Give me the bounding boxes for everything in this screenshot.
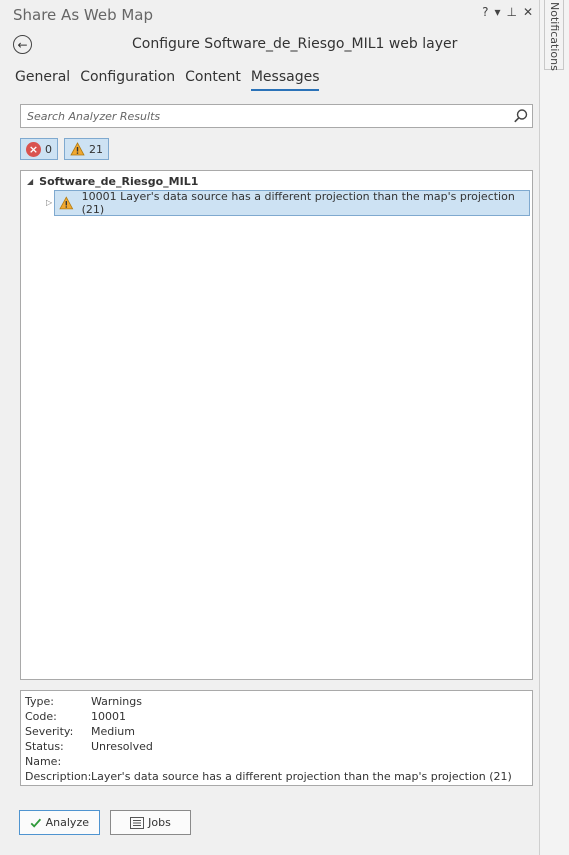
search-box — [20, 104, 533, 128]
tree-root-label: Software_de_Riesgo_MIL1 — [39, 175, 199, 188]
warnings-count: 21 — [89, 142, 103, 156]
detail-label: Description: — [25, 770, 92, 783]
detail-label: Severity: — [25, 725, 74, 738]
analyze-button[interactable]: Analyze — [19, 810, 100, 835]
detail-label: Code: — [25, 710, 57, 723]
detail-row-code: Code: 10001 — [25, 709, 528, 724]
expand-triangle-icon[interactable]: ▷ — [46, 198, 52, 207]
tab-bar: General Configuration Content Messages — [15, 69, 320, 91]
list-item[interactable]: 10001 Layer's data source has a differen… — [54, 190, 530, 216]
message-filters: × 0 21 — [20, 138, 109, 160]
warning-icon — [70, 142, 85, 156]
errors-count: 0 — [45, 142, 52, 156]
close-button[interactable]: ✕ — [523, 5, 533, 19]
checkmark-icon — [30, 818, 42, 828]
search-input[interactable] — [21, 105, 501, 128]
jobs-label: Jobs — [148, 816, 171, 829]
detail-value: Warnings — [91, 695, 142, 708]
detail-row-description: Description: Layer's data source has a d… — [25, 769, 528, 784]
notifications-tab[interactable]: Notifications — [544, 0, 564, 71]
error-icon: × — [26, 141, 41, 157]
notifications-tab-label: Notifications — [548, 2, 561, 71]
detail-value: 10001 — [91, 710, 126, 723]
analyze-label: Analyze — [45, 816, 89, 829]
detail-label: Type: — [25, 695, 54, 708]
warning-icon — [59, 196, 74, 210]
collapse-triangle-icon[interactable]: ◢ — [27, 177, 33, 186]
back-button[interactable]: ← — [13, 35, 32, 54]
message-text: 10001 Layer's data source has a differen… — [81, 190, 515, 216]
tab-messages[interactable]: Messages — [250, 69, 320, 91]
detail-label: Status: — [25, 740, 64, 753]
arrow-left-icon: ← — [17, 37, 28, 52]
message-details-panel: Type: Warnings Code: 10001 Severity: Med… — [20, 690, 533, 786]
detail-value: Medium — [91, 725, 135, 738]
search-icon[interactable] — [513, 108, 529, 124]
detail-row-status: Status: Unresolved — [25, 739, 528, 754]
footer-actions: Analyze Jobs — [19, 810, 191, 835]
jobs-button[interactable]: Jobs — [110, 810, 191, 835]
detail-label: Name: — [25, 755, 62, 768]
detail-row-name: Name: — [25, 754, 528, 769]
pane-title: Share As Web Map — [13, 6, 154, 24]
pin-button[interactable]: ⊥ — [506, 5, 516, 19]
detail-row-severity: Severity: Medium — [25, 724, 528, 739]
side-panel-strip — [540, 0, 569, 855]
tab-general[interactable]: General — [15, 69, 70, 91]
configure-title: Configure Software_de_Riesgo_MIL1 web la… — [132, 36, 458, 52]
tree-root-node[interactable]: ◢ Software_de_Riesgo_MIL1 — [27, 175, 198, 188]
share-pane: Share As Web Map ? ▾ ⊥ ✕ ← Configure Sof… — [0, 0, 540, 855]
warnings-filter-toggle[interactable]: 21 — [64, 138, 109, 160]
detail-value: Layer's data source has a different proj… — [91, 770, 512, 783]
tab-configuration[interactable]: Configuration — [80, 69, 175, 91]
pane-title-controls: ? ▾ ⊥ ✕ — [482, 5, 533, 19]
errors-filter-toggle[interactable]: × 0 — [20, 138, 58, 160]
analyzer-results-tree: ◢ Software_de_Riesgo_MIL1 ▷ 10001 Layer'… — [20, 170, 533, 680]
tab-content[interactable]: Content — [185, 69, 241, 91]
detail-row-type: Type: Warnings — [25, 694, 528, 709]
options-menu-button[interactable]: ▾ — [494, 5, 500, 19]
detail-value: Unresolved — [91, 740, 153, 753]
list-icon — [130, 816, 145, 829]
help-button[interactable]: ? — [482, 5, 488, 19]
